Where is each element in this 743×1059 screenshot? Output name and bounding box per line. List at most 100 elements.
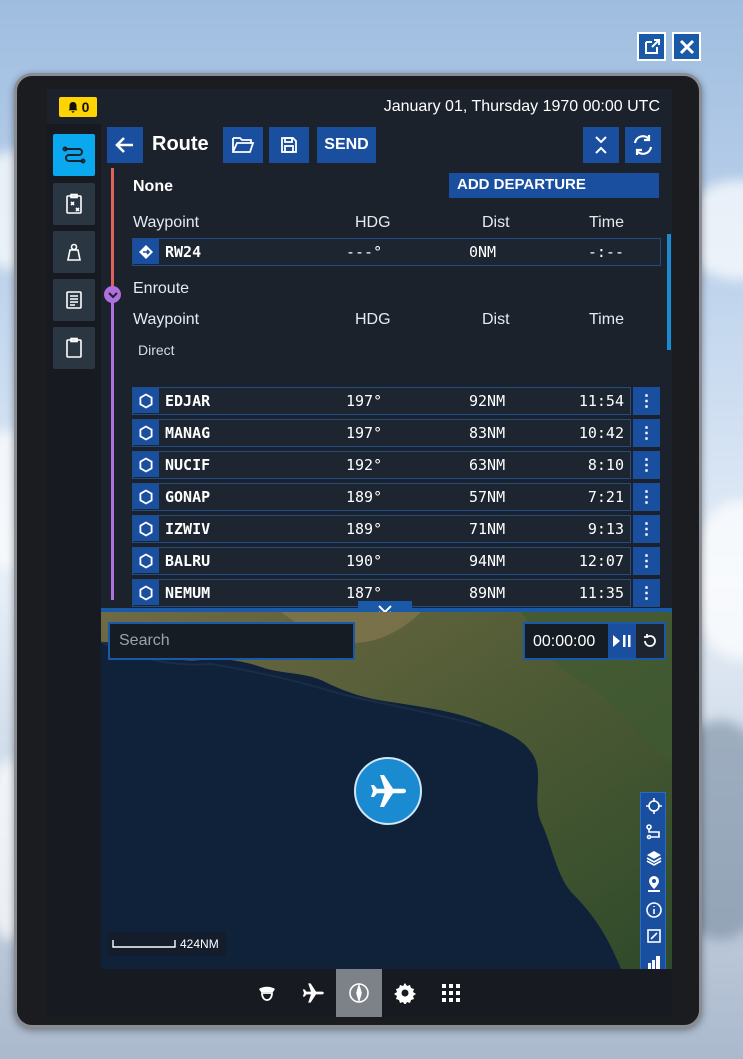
close-button[interactable] — [672, 32, 701, 61]
enroute-row-edjar[interactable]: EDJAR 197° 92NM 11:54 — [132, 387, 631, 415]
waypoint-dist: 89NM — [469, 584, 506, 602]
enroute-row-balru[interactable]: BALRU 190° 94NM 12:07 — [132, 547, 631, 575]
location-button[interactable] — [641, 871, 667, 897]
send-button[interactable]: SEND — [317, 127, 376, 163]
waypoint-time: 11:35 — [578, 584, 624, 602]
route-scrollbar[interactable] — [667, 234, 671, 350]
waypoint-more-button[interactable]: ⋮ — [633, 579, 660, 607]
sidebar-item-route[interactable] — [53, 134, 95, 176]
nav-pilot[interactable] — [244, 969, 290, 1017]
header-dist: Dist — [482, 311, 510, 328]
info-button[interactable] — [641, 897, 667, 923]
folder-open-icon — [232, 137, 255, 153]
map-view[interactable]: Search 00:00:00 424NM — [101, 612, 672, 969]
waypoint-name: IZWIV — [165, 520, 211, 538]
scale-bar — [112, 940, 176, 948]
nav-navigation[interactable] — [336, 969, 382, 1017]
collapse-all-button[interactable] — [583, 127, 619, 163]
nav-settings[interactable] — [382, 969, 428, 1017]
enroute-row-nucif[interactable]: NUCIF 192° 63NM 8:10 — [132, 451, 631, 479]
close-icon — [679, 39, 694, 54]
chart-button[interactable] — [641, 949, 667, 969]
popout-button[interactable] — [637, 32, 666, 61]
waypoint-more-button[interactable]: ⋮ — [633, 483, 660, 511]
enroute-row-manag[interactable]: MANAG 197° 83NM 10:42 — [132, 419, 631, 447]
document-icon — [66, 291, 82, 309]
waypoint-time: 7:21 — [587, 488, 624, 506]
crosshair-icon — [646, 798, 662, 814]
waypoint-more-button[interactable]: ⋮ — [633, 419, 660, 447]
waypoint-dist: 83NM — [469, 424, 506, 442]
save-flightplan-button[interactable] — [269, 127, 309, 163]
refresh-icon — [633, 135, 653, 155]
waypoint-time: 12:07 — [578, 552, 624, 570]
bell-icon — [68, 102, 78, 113]
refresh-button[interactable] — [625, 127, 661, 163]
reset-timer-button[interactable] — [636, 624, 664, 658]
play-pause-button[interactable] — [608, 624, 636, 658]
sidebar-item-notes[interactable] — [53, 279, 95, 321]
arrow-left-icon — [115, 137, 133, 153]
center-aircraft-button[interactable] — [641, 793, 667, 819]
waypoint-time: 9:13 — [587, 520, 624, 538]
waypoint-name: EDJAR — [165, 392, 211, 410]
waypoint-icon — [133, 420, 159, 445]
compass-icon — [349, 983, 369, 1003]
bottom-nav — [47, 969, 672, 1017]
back-button[interactable] — [107, 127, 143, 163]
waypoint-more-button[interactable]: ⋮ — [633, 515, 660, 543]
waypoint-more-button[interactable]: ⋮ — [633, 451, 660, 479]
waypoint-icon — [133, 388, 159, 413]
route-panel[interactable]: None ADD DEPARTURE Waypoint HDG Dist Tim… — [101, 168, 672, 608]
departure-row-rw24[interactable]: RW24 ---° 0NM -:-- — [132, 238, 661, 266]
waypoint-more-button[interactable]: ⋮ — [633, 387, 660, 415]
play-pause-icon — [613, 635, 631, 647]
gear-icon — [394, 983, 416, 1004]
nav-apps[interactable] — [428, 969, 474, 1017]
flight-timer: 00:00:00 — [523, 622, 666, 660]
enroute-row-izwiv[interactable]: IZWIV 189° 71NM 9:13 — [132, 515, 631, 543]
sidebar-item-clipboard[interactable] — [53, 327, 95, 369]
map-search-input[interactable]: Search — [108, 622, 355, 660]
enroute-row-gonap[interactable]: GONAP 189° 57NM 7:21 — [132, 483, 631, 511]
waypoint-more-button[interactable]: ⋮ — [633, 547, 660, 575]
waypoint-name: BALRU — [165, 552, 211, 570]
route-path-icon — [646, 824, 660, 840]
notification-badge[interactable]: 0 — [59, 97, 97, 117]
enroute-toggle[interactable] — [104, 286, 121, 303]
departure-timeline — [111, 168, 114, 292]
waypoint-time: 8:10 — [587, 456, 624, 474]
show-route-button[interactable] — [641, 819, 667, 845]
airplane-icon — [302, 983, 324, 1003]
chevron-down-icon — [107, 291, 118, 298]
waypoint-hdg: 187° — [346, 584, 383, 602]
nav-aircraft[interactable] — [290, 969, 336, 1017]
waypoint-hdg: 189° — [346, 488, 383, 506]
route-icon — [62, 146, 86, 164]
waypoint-hdg: 197° — [346, 424, 383, 442]
timer-value: 00:00:00 — [533, 633, 596, 650]
notification-count: 0 — [81, 99, 90, 115]
map-scale: 424NM — [108, 932, 226, 956]
enroute-header-row: Waypoint HDG Dist Time — [133, 311, 663, 333]
layers-button[interactable] — [641, 845, 667, 871]
expand-map-button[interactable] — [641, 923, 667, 949]
waypoint-icon — [133, 548, 159, 573]
open-flightplan-button[interactable] — [223, 127, 263, 163]
sidebar — [47, 124, 101, 969]
location-pin-icon — [648, 876, 660, 892]
scale-label: 424NM — [180, 937, 219, 951]
aircraft-marker[interactable] — [354, 757, 422, 825]
airplane-icon — [371, 775, 406, 807]
pilot-icon — [259, 986, 275, 1001]
add-departure-button[interactable]: ADD DEPARTURE — [449, 173, 659, 198]
sidebar-item-weight[interactable] — [53, 231, 95, 273]
sidebar-item-checklist[interactable] — [53, 183, 95, 225]
header-hdg: HDG — [355, 214, 391, 231]
departure-header-row: Waypoint HDG Dist Time — [133, 214, 663, 236]
waypoint-icon — [133, 516, 159, 541]
waypoint-name: NUCIF — [165, 456, 211, 474]
info-icon — [646, 902, 662, 918]
weight-icon — [67, 243, 81, 261]
waypoint-hdg: 190° — [346, 552, 383, 570]
